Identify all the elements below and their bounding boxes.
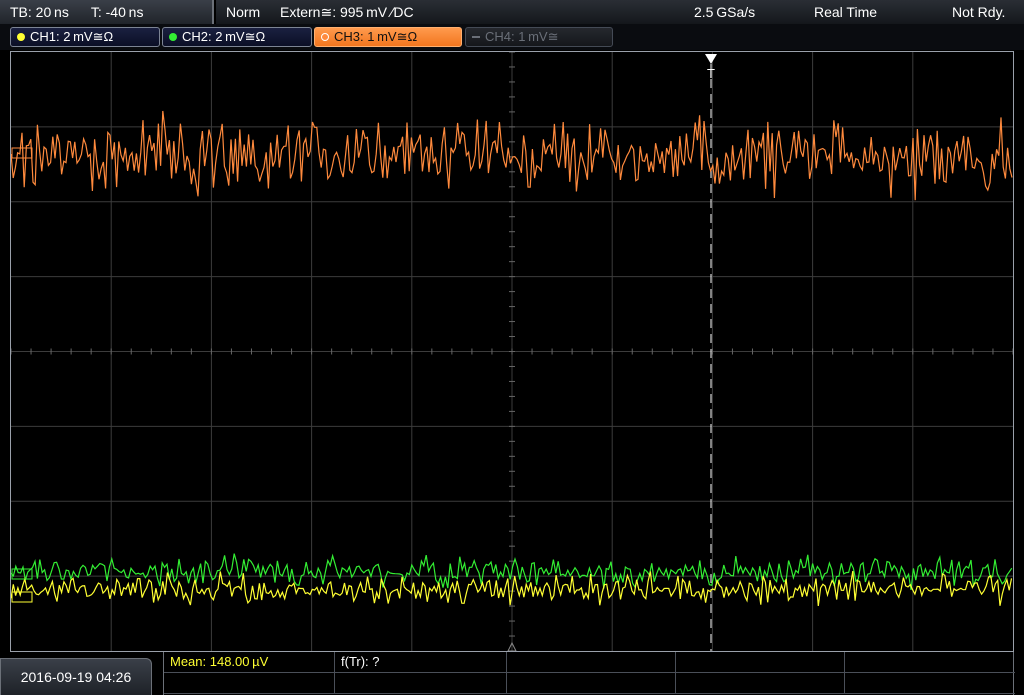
status-bar: Norm Extern≅: 995 mV ∕DC 2.5 GSa/s Real … [216, 0, 1024, 24]
status-label: Not Rdy. [952, 4, 1006, 20]
measurement-slot-8[interactable] [676, 673, 845, 694]
trigger-mode-label[interactable]: Norm [226, 4, 260, 20]
trigger-position-icon [705, 54, 717, 64]
timebase-panel[interactable]: TB: 20 ns T: -40 ns [0, 0, 214, 24]
ch1-tab[interactable]: CH1: 2 mV≅Ω [10, 27, 160, 47]
ch3-indicator-icon [321, 33, 329, 41]
measurement-slot-7[interactable] [507, 673, 676, 694]
ch4-label: CH4: 1 mV≅ [485, 29, 559, 44]
trigger-source-label[interactable]: Extern≅: 995 mV ∕DC [280, 4, 414, 21]
measurement-slot-6[interactable] [335, 673, 507, 694]
measurement-slot-5[interactable] [164, 673, 335, 694]
acq-mode-label[interactable]: Real Time [814, 4, 877, 20]
datetime-label: 2016-09-19 04:26 [0, 658, 152, 695]
ch1-indicator-icon [17, 33, 25, 41]
ch4-indicator-icon [472, 36, 480, 38]
mean-measurement[interactable]: Mean: 148.00 µV [164, 652, 335, 673]
channel-tabs: CH1: 2 mV≅Ω CH2: 2 mV≅Ω CH3: 1 mV≅Ω CH4:… [0, 24, 1024, 50]
channel-offset-markers[interactable] [11, 147, 33, 603]
time-offset-label: T: -40 ns [90, 4, 144, 20]
measurement-table[interactable]: Mean: 148.00 µV f(Tr): ? [163, 652, 1015, 695]
ch4-tab[interactable]: CH4: 1 mV≅ [465, 27, 613, 47]
measurement-slot-3[interactable] [507, 652, 676, 673]
ch2-indicator-icon [169, 33, 177, 41]
ch1-label: CH1: 2 mV≅Ω [30, 29, 114, 44]
measurement-bar: 2016-09-19 04:26 Mean: 148.00 µV f(Tr): … [0, 652, 1024, 695]
timebase-label: TB: 20 ns [10, 4, 69, 20]
measurement-slot-4[interactable] [676, 652, 845, 673]
freq-measurement[interactable]: f(Tr): ? [335, 652, 507, 673]
ch2-tab[interactable]: CH2: 2 mV≅Ω [162, 27, 312, 47]
sample-rate-label: 2.5 GSa/s [694, 4, 756, 20]
ch3-label: CH3: 1 mV≅Ω [334, 29, 418, 44]
waveform-canvas: T [11, 52, 1013, 651]
trigger-marker-label: T [707, 66, 715, 81]
waveform-display[interactable]: T [10, 51, 1014, 652]
ch2-waveform [11, 553, 1013, 590]
ch3-offset-marker [11, 147, 33, 159]
ch2-label: CH2: 2 mV≅Ω [182, 29, 266, 44]
ch3-tab[interactable]: CH3: 1 mV≅Ω [314, 27, 462, 47]
